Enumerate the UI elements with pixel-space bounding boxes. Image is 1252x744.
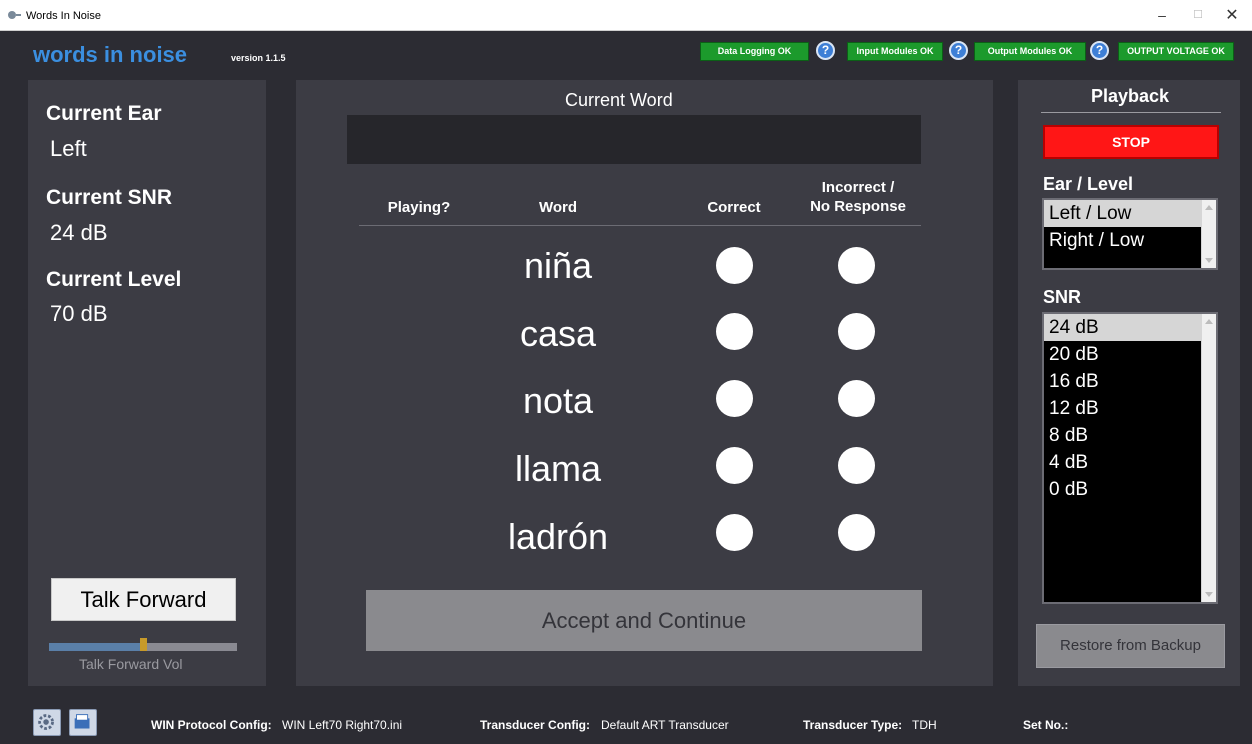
incorrect-column-header: Incorrect / No Response <box>796 178 920 216</box>
input-modules-status: Input Modules OK <box>847 42 943 61</box>
ear-level-option[interactable]: Left / Low <box>1044 200 1216 227</box>
scroll-up-arrow-icon[interactable] <box>1205 319 1213 324</box>
snr-option[interactable]: 24 dB <box>1044 314 1216 341</box>
snr-label: SNR <box>1043 287 1082 307</box>
word-label: nota <box>522 380 594 421</box>
incorrect-header-line1: Incorrect / <box>821 179 895 196</box>
incorrect-radio[interactable] <box>838 313 875 350</box>
incorrect-header-line2: No Response <box>810 198 906 215</box>
gear-icon <box>38 714 54 730</box>
stop-button[interactable]: STOP <box>1043 125 1219 159</box>
talk-forward-volume-thumb[interactable] <box>140 638 147 651</box>
app-icon <box>8 11 21 19</box>
playing-column-header: Playing? <box>387 199 451 216</box>
word-label: ladrón <box>507 516 609 557</box>
data-logging-help-icon[interactable]: ? <box>816 41 835 60</box>
protocol-config-label: WIN Protocol Config: <box>151 718 272 732</box>
correct-radio[interactable] <box>716 313 753 350</box>
transducer-config-label: Transducer Config: <box>480 718 591 732</box>
current-level-value: 70 dB <box>50 301 108 326</box>
current-ear-label: Current Ear <box>46 102 162 125</box>
snr-option[interactable]: 4 dB <box>1044 449 1216 476</box>
incorrect-radio[interactable] <box>838 247 875 284</box>
word-label: casa <box>519 313 597 354</box>
output-modules-status: Output Modules OK <box>974 42 1086 61</box>
word-label: niña <box>523 245 593 286</box>
current-word-label: Current Word <box>565 90 673 110</box>
current-level-label: Current Level <box>46 268 182 291</box>
talk-forward-volume-label: Talk Forward Vol <box>79 656 183 672</box>
transducer-type-label: Transducer Type: <box>803 718 903 732</box>
settings-gear-icon[interactable] <box>33 709 61 736</box>
snr-list[interactable]: 24 dB 20 dB 16 dB 12 dB 8 dB 4 dB 0 dB <box>1042 312 1218 604</box>
word-column-header: Word <box>538 199 578 216</box>
output-voltage-status: OUTPUT VOLTAGE OK <box>1118 42 1234 61</box>
correct-radio[interactable] <box>716 514 753 551</box>
close-button[interactable]: ✕ <box>1212 0 1252 31</box>
snr-option[interactable]: 20 dB <box>1044 341 1216 368</box>
set-no-label: Set No.: <box>1023 718 1069 732</box>
talk-forward-volume-fill <box>49 643 143 651</box>
snr-option[interactable]: 0 dB <box>1044 476 1216 503</box>
snr-scrollbar[interactable] <box>1201 314 1216 602</box>
window-title: Words In Noise <box>26 10 101 22</box>
incorrect-radio[interactable] <box>838 447 875 484</box>
snr-option[interactable]: 12 dB <box>1044 395 1216 422</box>
ear-level-label: Ear / Level <box>1043 174 1134 194</box>
word-label: llama <box>514 448 602 489</box>
incorrect-radio[interactable] <box>838 380 875 417</box>
accept-and-continue-button[interactable]: Accept and Continue <box>366 590 922 651</box>
scroll-up-arrow-icon[interactable] <box>1205 205 1213 210</box>
save-folder-icon[interactable] <box>69 709 97 736</box>
correct-radio[interactable] <box>716 247 753 284</box>
ear-level-list[interactable]: Left / Low Right / Low <box>1042 198 1218 270</box>
restore-from-backup-button[interactable]: Restore from Backup <box>1036 624 1225 668</box>
correct-radio[interactable] <box>716 380 753 417</box>
header-divider <box>359 225 921 226</box>
correct-radio[interactable] <box>716 447 753 484</box>
folder-icon <box>74 714 90 729</box>
talk-forward-volume-slider[interactable] <box>49 638 237 651</box>
ear-level-scrollbar[interactable] <box>1201 200 1216 268</box>
version-label: version 1.1.5 <box>231 53 286 63</box>
transducer-config-value: Default ART Transducer <box>601 718 729 732</box>
scroll-down-arrow-icon[interactable] <box>1205 592 1213 597</box>
incorrect-radio[interactable] <box>838 514 875 551</box>
current-snr-value: 24 dB <box>50 220 108 245</box>
ear-level-option[interactable]: Right / Low <box>1044 227 1216 254</box>
snr-option[interactable]: 16 dB <box>1044 368 1216 395</box>
output-modules-help-icon[interactable]: ? <box>1090 41 1109 60</box>
title-bar: Words In Noise – ☐ ✕ <box>0 0 1252 31</box>
app-name: words in noise <box>33 42 188 67</box>
correct-column-header: Correct <box>707 199 761 216</box>
input-modules-help-icon[interactable]: ? <box>949 41 968 60</box>
playback-divider <box>1041 112 1221 113</box>
scroll-down-arrow-icon[interactable] <box>1205 258 1213 263</box>
transducer-type-value: TDH <box>912 718 937 732</box>
current-ear-value: Left <box>50 136 87 161</box>
playback-label: Playback <box>1090 86 1170 106</box>
protocol-config-value: WIN Left70 Right70.ini <box>282 718 403 732</box>
current-word-display <box>347 115 921 164</box>
data-logging-status: Data Logging OK <box>700 42 809 61</box>
minimize-button[interactable]: – <box>1142 0 1182 31</box>
current-snr-label: Current SNR <box>46 186 173 209</box>
talk-forward-button[interactable]: Talk Forward <box>51 578 236 621</box>
snr-option[interactable]: 8 dB <box>1044 422 1216 449</box>
